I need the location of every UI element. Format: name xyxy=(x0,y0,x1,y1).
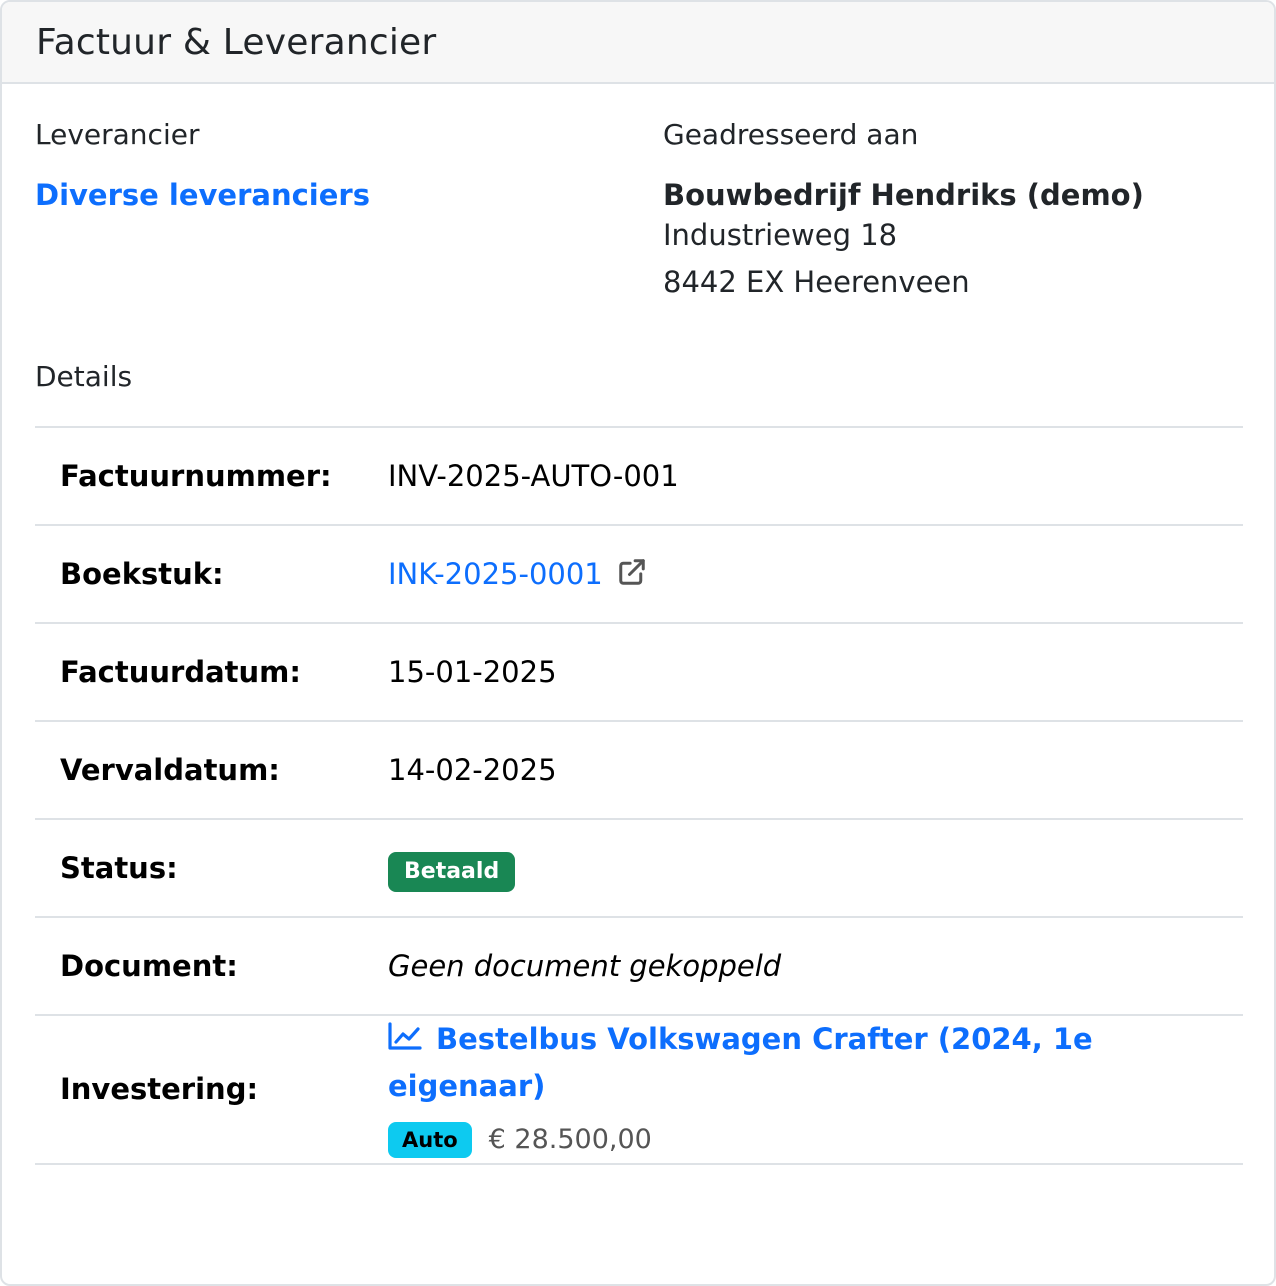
supplier-label: Leverancier xyxy=(35,118,200,151)
investment-cell: Bestelbus Volkswagen Crafter (2024, 1e e… xyxy=(388,1015,1243,1165)
booking-cell: INK-2025-0001 xyxy=(388,525,1243,624)
addressed-city: 8442 EX Heerenveen xyxy=(663,265,970,299)
supplier-column: Leverancier Diverse leveranciers xyxy=(35,118,663,306)
details-table: Factuurnummer: INV-2025-AUTO-001 Boekstu… xyxy=(35,426,1243,1165)
booking-link[interactable]: INK-2025-0001 xyxy=(388,557,647,591)
booking-link-text: INK-2025-0001 xyxy=(388,556,603,591)
table-row-invoice-number: Factuurnummer: INV-2025-AUTO-001 xyxy=(35,427,1243,526)
supplier-link[interactable]: Diverse leveranciers xyxy=(35,178,370,212)
investment-amount: € 28.500,00 xyxy=(488,1124,652,1155)
booking-label: Boekstuk: xyxy=(35,525,388,624)
parties-row: Leverancier Diverse leveranciers Geadres… xyxy=(35,118,1241,306)
invoice-supplier-card: Factuur & Leverancier Leverancier Divers… xyxy=(0,0,1276,1286)
table-row-document: Document: Geen document gekoppeld xyxy=(35,917,1243,1016)
line-chart-icon xyxy=(388,1022,422,1050)
addressed-label: Geadresseerd aan xyxy=(663,118,919,151)
document-value: Geen document gekoppeld xyxy=(388,917,1243,1016)
table-row-due-date: Vervaldatum: 14-02-2025 xyxy=(35,721,1243,820)
table-row-invoice-date: Factuurdatum: 15-01-2025 xyxy=(35,623,1243,722)
investment-link[interactable]: Bestelbus Volkswagen Crafter (2024, 1e e… xyxy=(388,1016,1148,1110)
status-label: Status: xyxy=(35,819,388,918)
details-label: Details xyxy=(35,360,133,393)
table-row-status: Status: Betaald xyxy=(35,819,1243,918)
status-badge: Betaald xyxy=(388,851,516,892)
invoice-date-value: 15-01-2025 xyxy=(388,623,1243,722)
card-header: Factuur & Leverancier xyxy=(2,2,1274,84)
investment-name: Bestelbus Volkswagen Crafter (2024, 1e e… xyxy=(388,1022,1093,1103)
addressed-street: Industrieweg 18 xyxy=(663,218,898,252)
status-cell: Betaald xyxy=(388,819,1243,918)
invoice-number-label: Factuurnummer: xyxy=(35,427,388,526)
external-link-icon xyxy=(619,558,645,585)
invoice-number-value: INV-2025-AUTO-001 xyxy=(388,427,1243,526)
due-date-label: Vervaldatum: xyxy=(35,721,388,820)
due-date-value: 14-02-2025 xyxy=(388,721,1243,820)
invoice-date-label: Factuurdatum: xyxy=(35,623,388,722)
investment-label: Investering: xyxy=(35,1015,388,1165)
card-title: Factuur & Leverancier xyxy=(36,21,437,63)
addressed-column: Geadresseerd aan Bouwbedrijf Hendriks (d… xyxy=(663,118,1241,306)
investment-category-badge: Auto xyxy=(388,1121,472,1158)
document-label: Document: xyxy=(35,917,388,1016)
addressed-name: Bouwbedrijf Hendriks (demo) xyxy=(663,178,1144,212)
table-row-investment: Investering: Bestelbus Volkswagen Crafte… xyxy=(35,1015,1243,1165)
card-body: Leverancier Diverse leveranciers Geadres… xyxy=(2,118,1274,1165)
investment-meta: Auto € 28.500,00 xyxy=(388,1116,1243,1163)
table-row-booking: Boekstuk: INK-2025-0001 xyxy=(35,525,1243,624)
